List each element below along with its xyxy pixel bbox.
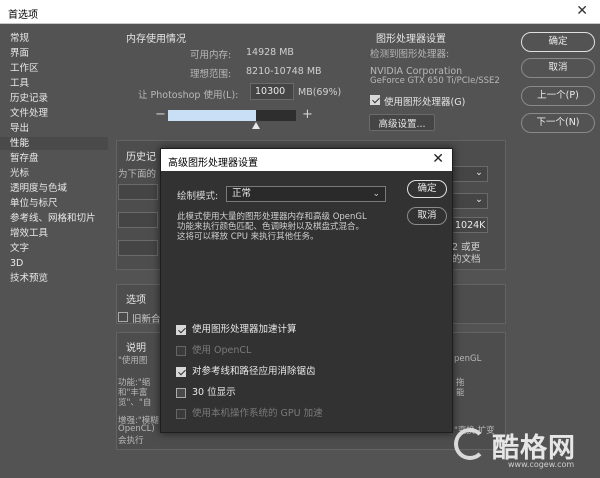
tile-size-select: 1024K <box>452 217 488 233</box>
sidebar-item-history[interactable]: 历史记录 <box>0 92 108 105</box>
sidebar-item-tech-preview[interactable]: 技术预览 <box>0 272 108 285</box>
gpu-group-title: 图形处理器设置 <box>376 34 446 45</box>
antialias-checkbox[interactable] <box>176 367 186 377</box>
memory-percent-label: MB(69%) <box>298 87 342 98</box>
sidebar-item-export[interactable]: 导出 <box>0 122 108 135</box>
opencl-checkbox <box>176 346 186 356</box>
sidebar-item-plugins[interactable]: 增效工具 <box>0 227 108 240</box>
use-gpu-label: 使用图形处理器(G) <box>384 97 466 108</box>
watermark-logo-icon <box>454 428 486 460</box>
options-title: 选项 <box>126 295 146 306</box>
ideal-range-label: 理想范围: <box>190 69 232 80</box>
memory-slider-thumb[interactable] <box>252 122 260 129</box>
memory-decrease-icon[interactable]: − <box>155 107 166 122</box>
desc-line: 此模式使用大量的图形处理器内存和高级 OpenGL <box>177 212 367 222</box>
sidebar-item-file-handling[interactable]: 文件处理 <box>0 107 108 120</box>
gpu-detected-label: 检测到图形处理器: <box>370 49 450 60</box>
sidebar-item-general[interactable]: 常规 <box>0 32 108 45</box>
use-gpu-checkbox[interactable] <box>370 95 380 105</box>
available-memory-value: 14928 MB <box>246 47 294 58</box>
chevron-down-icon: ⌄ <box>475 194 483 205</box>
legacy-option-checkbox <box>118 312 128 322</box>
desc-line-6: OpenCL) <box>118 424 155 434</box>
description-title: 说明 <box>126 343 146 354</box>
desc-right-3: 能 <box>456 388 465 398</box>
drawing-mode-description: 此模式使用大量的图形处理器内存和高级 OpenGL 功能来执行颜色匹配、色调映射… <box>177 212 407 242</box>
desc-line-1: "使用图 <box>118 356 148 366</box>
dialog-ok-button[interactable]: 确定 <box>407 180 447 198</box>
30bit-label: 30 位显示 <box>192 387 236 398</box>
drawing-mode-value: 正常 <box>232 188 252 199</box>
advanced-gpu-dialog: 高级图形处理器设置 ✕ 绘制模式: 正常 ⌄ 确定 取消 此模式使用大量的图形处… <box>160 148 453 433</box>
prev-button[interactable]: 上一个(P) <box>521 86 595 106</box>
legacy-option-label: 旧新合 <box>132 314 161 325</box>
cache-input-3 <box>118 240 158 256</box>
memory-slider-fill <box>168 110 256 121</box>
available-memory-label: 可用内存: <box>190 50 232 61</box>
cache-levels-select: ⌄ <box>452 193 488 209</box>
dialog-cancel-button[interactable]: 取消 <box>407 207 447 225</box>
photoshop-use-label: 让 Photoshop 使用(L): <box>138 90 239 101</box>
sidebar-item-cursors[interactable]: 光标 <box>0 167 108 180</box>
native-gpu-checkbox <box>176 409 186 419</box>
desc-line: 功能来执行颜色匹配、色调映射以及棋盘式混合。 <box>177 222 365 232</box>
drawing-mode-select[interactable]: 正常 ⌄ <box>226 186 386 202</box>
sidebar-item-tools[interactable]: 工具 <box>0 77 108 90</box>
dialog-close-icon[interactable]: ✕ <box>432 151 444 167</box>
memory-use-input[interactable]: 10300 <box>250 83 294 100</box>
sidebar-item-scratch-disks[interactable]: 暂存盘 <box>0 152 108 165</box>
ideal-range-value: 8210-10748 MB <box>246 66 322 77</box>
cache-input-1 <box>118 184 158 200</box>
history-cache-title: 历史记 <box>126 152 156 163</box>
sidebar-item-guides-grid[interactable]: 参考线、网格和切片 <box>0 212 108 225</box>
opencl-label: 使用 OpenCL <box>192 345 252 356</box>
memory-increase-icon[interactable]: + <box>302 107 313 122</box>
desc-line: 这将可以释放 CPU 来执行其他任务。 <box>177 232 319 242</box>
window-close-icon[interactable]: ✕ <box>576 3 588 19</box>
chevron-down-icon: ⌄ <box>475 167 483 178</box>
30bit-checkbox[interactable] <box>176 388 186 398</box>
dialog-title: 高级图形处理器设置 <box>168 158 258 169</box>
native-gpu-label: 使用本机操作系统的 GPU 加速 <box>192 408 323 419</box>
drawing-mode-label: 绘制模式: <box>177 191 219 202</box>
memory-slider-track[interactable] <box>168 110 296 121</box>
behind-right-text-2: 的文档 <box>452 254 481 265</box>
dialog-titlebar: 高级图形处理器设置 ✕ <box>161 149 452 171</box>
gpu-compute-label: 使用图形处理器加速计算 <box>192 324 297 335</box>
desc-right-1: penGL <box>454 354 482 364</box>
sidebar-item-performance[interactable]: 性能 <box>0 137 108 150</box>
cache-input-2 <box>118 212 158 228</box>
gpu-model: GeForce GTX 650 Ti/PCIe/SSE2 <box>370 76 500 86</box>
sidebar-item-transparency[interactable]: 透明度与色域 <box>0 182 108 195</box>
gpu-compute-checkbox[interactable] <box>176 325 186 335</box>
desc-line-4: 览"、"自 <box>118 398 152 408</box>
history-cache-text: 为下面的 <box>118 169 157 180</box>
advanced-settings-button[interactable]: 高级设置... <box>369 114 435 131</box>
sidebar-item-type[interactable]: 文字 <box>0 242 108 255</box>
chevron-down-icon: ⌄ <box>372 189 380 199</box>
antialias-label: 对参考线和路径应用消除锯齿 <box>192 366 316 377</box>
watermark: 酷格网 www.cogew.com <box>448 424 598 474</box>
sidebar-item-units-rulers[interactable]: 单位与标尺 <box>0 197 108 210</box>
sidebar-item-workspace[interactable]: 工作区 <box>0 62 108 75</box>
cancel-button[interactable]: 取消 <box>521 58 595 78</box>
memory-group-title: 内存使用情况 <box>126 34 186 45</box>
window-titlebar: 首选项 ✕ <box>0 0 600 24</box>
sidebar-item-interface[interactable]: 界面 <box>0 47 108 60</box>
history-states-select: ⌄ <box>452 166 488 182</box>
desc-line-7: 会执行 <box>118 436 144 446</box>
next-button[interactable]: 下一个(N) <box>521 113 595 133</box>
sidebar: 常规 界面 工作区 工具 历史记录 文件处理 导出 性能 暂存盘 光标 透明度与… <box>0 24 108 478</box>
window-title: 首选项 <box>8 10 38 21</box>
sidebar-item-3d[interactable]: 3D <box>0 257 108 270</box>
ok-button[interactable]: 确定 <box>521 32 595 52</box>
watermark-url: www.cogew.com <box>508 460 575 469</box>
